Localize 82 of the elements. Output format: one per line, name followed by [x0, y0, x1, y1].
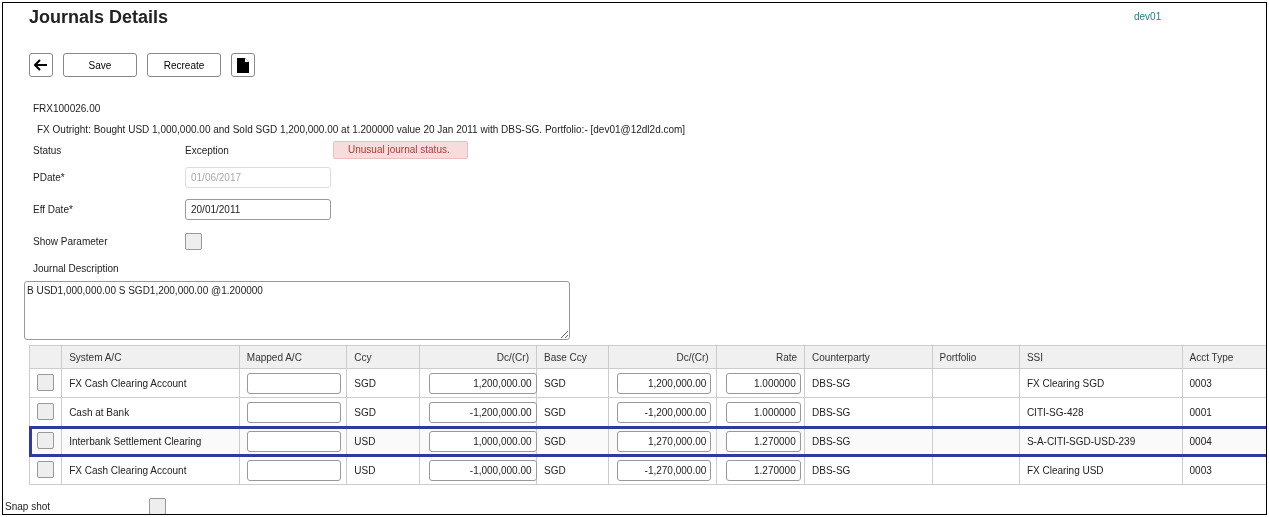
table-cell: DBS-SG: [812, 435, 851, 447]
document-icon: [237, 57, 249, 73]
table-row[interactable]: Interbank Settlement Clearing USD 1,000,000.00 SGD 1,270,000.00 1.270000 DBS-SG S-A-CITI-SGD-USD-239 0004: [29, 426, 1266, 456]
snapshot-checkbox[interactable]: [149, 498, 166, 514]
table-cell: USD: [354, 435, 376, 447]
document-button[interactable]: [231, 53, 255, 77]
checkbox[interactable]: [185, 232, 202, 250]
table-row[interactable]: FX Cash Clearing Account SGD 1,200,000.00 SGD 1,200,000.00 1.000000 DBS-SG FX Clearing SGD 0003: [29, 368, 1266, 398]
table-row[interactable]: FX Cash Clearing Account USD -1,000,000.00 SGD -1,270,000.00 1.270000 DBS-SG FX Clearing USD 0003: [29, 455, 1266, 485]
column-header[interactable]: Mapped A/C: [239, 345, 347, 369]
field-label: Eff Date*: [33, 203, 74, 215]
amount-field[interactable]: -1,270,000.00: [617, 459, 712, 481]
column-header[interactable]: Rate: [716, 345, 805, 369]
column-header: [29, 345, 62, 369]
table-cell: CITI-SG-428: [1026, 406, 1084, 418]
table-row[interactable]: Cash at Bank SGD -1,200,000.00 SGD -1,200,000.00 1.000000 DBS-SG CITI-SG-428 0001: [29, 397, 1266, 427]
rate-field[interactable]: 1.270000: [725, 430, 801, 452]
table-cell: SGD: [544, 464, 566, 476]
user-name: dev01: [1134, 11, 1162, 22]
field-label: Show Parameter: [33, 235, 109, 247]
journal-reference: FRX100026.00: [32, 102, 102, 116]
amount-field[interactable]: 1,200,000.00: [428, 372, 537, 394]
table-cell: SGD: [544, 377, 566, 389]
status-alert: Unusual journal status.: [333, 141, 468, 159]
column-header[interactable]: SSI: [1019, 345, 1183, 369]
toolbar-button[interactable]: Recreate: [147, 53, 221, 77]
table-cell: SGD: [354, 377, 376, 389]
amount-field[interactable]: -1,200,000.00: [617, 401, 712, 423]
column-header[interactable]: Portfolio: [932, 345, 1020, 369]
rate-field[interactable]: 1.000000: [725, 401, 801, 423]
column-header[interactable]: Dc/(Cr): [608, 345, 717, 369]
back-button[interactable]: [29, 53, 53, 77]
mapped-account-field[interactable]: [246, 372, 341, 394]
column-header[interactable]: Counterparty: [804, 345, 933, 369]
row-checkbox[interactable]: [37, 431, 55, 449]
column-header[interactable]: Dc/(Cr): [419, 345, 537, 369]
table-cell: 0003: [1189, 377, 1212, 389]
table-cell: FX Clearing SGD: [1026, 377, 1105, 389]
table-cell: 0003: [1189, 464, 1212, 476]
field-label: PDate*: [33, 171, 66, 183]
row-checkbox[interactable]: [37, 373, 55, 391]
page-title: Journals Details: [29, 7, 170, 28]
arrow-left-icon: [34, 59, 48, 71]
table-cell: USD: [354, 464, 376, 476]
toolbar-button[interactable]: Save: [63, 53, 137, 77]
mapped-account-field[interactable]: [246, 459, 341, 481]
table-cell: 0004: [1189, 435, 1212, 447]
journal-summary: FX Outright: Bought USD 1,000,000.00 and Sold SGD 1,200,000.00 at 1.200000 value 20 Jan 2011 with DBS-SG. Portfolio:- [dev01@12dl2d.com]: [36, 123, 687, 137]
row-checkbox[interactable]: [37, 460, 55, 478]
table-cell: SGD: [354, 406, 376, 418]
amount-field[interactable]: 1,200,000.00: [617, 372, 712, 394]
mapped-account-field[interactable]: [246, 430, 341, 452]
table-cell: FX Cash Clearing Account: [69, 377, 187, 389]
table-cell: 0001: [1189, 406, 1212, 418]
status-value: Exception: [185, 144, 230, 156]
amount-field[interactable]: -1,000,000.00: [428, 459, 537, 481]
table-cell: SGD: [544, 435, 566, 447]
amount-field[interactable]: 1,270,000.00: [617, 430, 712, 452]
rate-field[interactable]: 1.000000: [725, 372, 801, 394]
snapshot-label: Snap shot: [5, 501, 52, 512]
table-cell: FX Clearing USD: [1026, 464, 1104, 476]
table-cell: Cash at Bank: [69, 406, 130, 418]
row-checkbox[interactable]: [37, 402, 55, 420]
column-header[interactable]: Ccy: [346, 345, 420, 369]
rate-field[interactable]: 1.270000: [725, 459, 801, 481]
amount-field[interactable]: 1,000,000.00: [428, 430, 537, 452]
table-cell: DBS-SG: [812, 377, 851, 389]
status-label: Status: [33, 144, 63, 156]
table-cell: DBS-SG: [812, 406, 851, 418]
table-cell: DBS-SG: [812, 464, 851, 476]
date-field[interactable]: 20/01/2011: [185, 198, 331, 220]
description-field[interactable]: B USD1,000,000.00 S SGD1,200,000.00 @1.200000: [24, 281, 570, 340]
field-label: Journal Description: [32, 262, 120, 276]
amount-field[interactable]: -1,200,000.00: [428, 401, 537, 423]
column-header[interactable]: Base Ccy: [536, 345, 609, 369]
table-cell: S-A-CITI-SGD-USD-239: [1026, 435, 1136, 447]
table-cell: FX Cash Clearing Account: [69, 464, 187, 476]
column-header[interactable]: Acct Type: [1182, 345, 1266, 369]
table-cell: Interbank Settlement Clearing: [69, 435, 202, 447]
table-cell: SGD: [544, 406, 566, 418]
mapped-account-field[interactable]: [246, 401, 341, 423]
column-header[interactable]: System A/C: [61, 345, 240, 369]
